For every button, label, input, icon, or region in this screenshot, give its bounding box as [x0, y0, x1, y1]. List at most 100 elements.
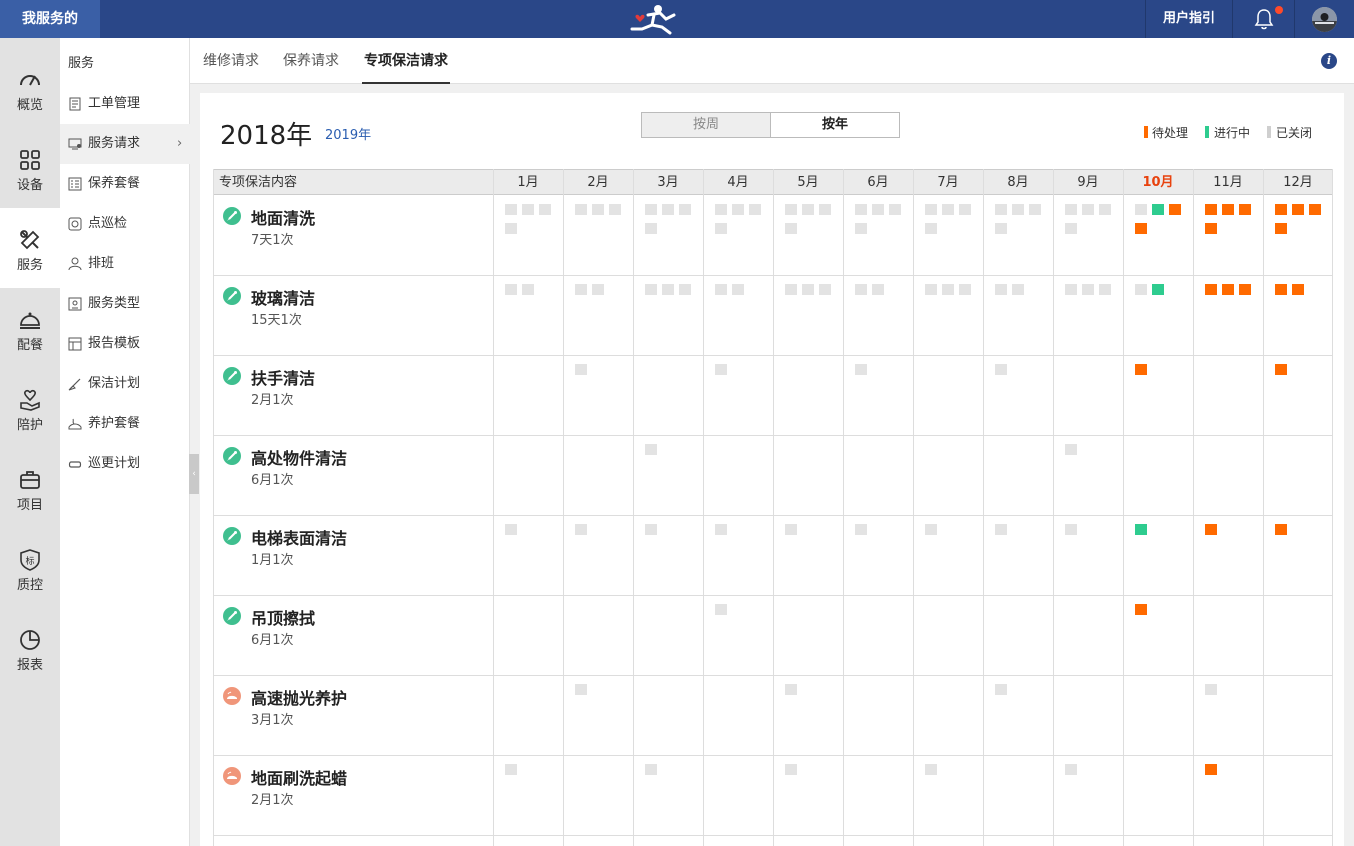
closed-task-marker[interactable] [1099, 204, 1111, 215]
submenu-item[interactable]: 报告模板 [60, 324, 190, 364]
pending-task-marker[interactable] [1135, 223, 1147, 234]
closed-task-marker[interactable] [1065, 204, 1077, 215]
closed-task-marker[interactable] [942, 284, 954, 295]
closed-task-marker[interactable] [855, 223, 867, 234]
closed-task-marker[interactable] [995, 524, 1007, 535]
closed-task-marker[interactable] [645, 444, 657, 455]
closed-task-marker[interactable] [609, 204, 621, 215]
pending-task-marker[interactable] [1222, 204, 1234, 215]
closed-task-marker[interactable] [855, 364, 867, 375]
closed-task-marker[interactable] [925, 284, 937, 295]
notification-bell-icon[interactable] [1246, 6, 1283, 30]
pending-task-marker[interactable] [1275, 223, 1287, 234]
pending-task-marker[interactable] [1292, 284, 1304, 295]
closed-task-marker[interactable] [1135, 204, 1147, 215]
closed-task-marker[interactable] [575, 364, 587, 375]
closed-task-marker[interactable] [802, 204, 814, 215]
pending-task-marker[interactable] [1275, 364, 1287, 375]
table-row[interactable]: 高速抛光养护 3月1次 [213, 675, 493, 755]
closed-task-marker[interactable] [1205, 684, 1217, 695]
table-row[interactable]: 电梯表面清洁 1月1次 [213, 515, 493, 595]
closed-task-marker[interactable] [995, 223, 1007, 234]
in-progress-task-marker[interactable] [1152, 284, 1164, 295]
nav-catering[interactable]: 配餐 [0, 288, 60, 368]
pending-task-marker[interactable] [1205, 764, 1217, 775]
closed-task-marker[interactable] [785, 524, 797, 535]
closed-task-marker[interactable] [679, 284, 691, 295]
closed-task-marker[interactable] [925, 524, 937, 535]
submenu-item[interactable]: 巡更计划 [60, 444, 190, 484]
tab-repair-request[interactable]: 维修请求 [203, 38, 259, 84]
submenu-item[interactable]: 排班 [60, 244, 190, 284]
closed-task-marker[interactable] [995, 684, 1007, 695]
submenu-item[interactable]: 保养套餐 [60, 164, 190, 204]
pending-task-marker[interactable] [1292, 204, 1304, 215]
pending-task-marker[interactable] [1275, 284, 1287, 295]
table-row[interactable]: 地面刷洗起蜡 2月1次 [213, 755, 493, 835]
closed-task-marker[interactable] [995, 364, 1007, 375]
pending-task-marker[interactable] [1239, 204, 1251, 215]
closed-task-marker[interactable] [1012, 284, 1024, 295]
info-icon[interactable]: i [1321, 53, 1337, 69]
closed-task-marker[interactable] [925, 204, 937, 215]
closed-task-marker[interactable] [645, 223, 657, 234]
closed-task-marker[interactable] [539, 204, 551, 215]
nav-reports[interactable]: 报表 [0, 608, 60, 688]
closed-task-marker[interactable] [715, 364, 727, 375]
closed-task-marker[interactable] [1135, 284, 1147, 295]
closed-task-marker[interactable] [505, 204, 517, 215]
closed-task-marker[interactable] [1029, 204, 1041, 215]
closed-task-marker[interactable] [855, 524, 867, 535]
closed-task-marker[interactable] [889, 204, 901, 215]
closed-task-marker[interactable] [819, 204, 831, 215]
pending-task-marker[interactable] [1275, 204, 1287, 215]
submenu-item[interactable]: 服务类型 [60, 284, 190, 324]
closed-task-marker[interactable] [662, 204, 674, 215]
in-progress-task-marker[interactable] [1152, 204, 1164, 215]
closed-task-marker[interactable] [1082, 284, 1094, 295]
closed-task-marker[interactable] [592, 284, 604, 295]
closed-task-marker[interactable] [522, 204, 534, 215]
collapse-handle[interactable]: ‹ [189, 454, 199, 494]
submenu-item[interactable]: 服务请求 › [60, 124, 190, 164]
closed-task-marker[interactable] [942, 204, 954, 215]
in-progress-task-marker[interactable] [1135, 524, 1147, 535]
closed-task-marker[interactable] [925, 223, 937, 234]
closed-task-marker[interactable] [715, 524, 727, 535]
pending-task-marker[interactable] [1205, 223, 1217, 234]
next-year-link[interactable]: 2019年 [325, 124, 371, 143]
closed-task-marker[interactable] [505, 524, 517, 535]
closed-task-marker[interactable] [505, 223, 517, 234]
closed-task-marker[interactable] [855, 284, 867, 295]
closed-task-marker[interactable] [959, 284, 971, 295]
table-row[interactable]: 扶手清洁 2月1次 [213, 355, 493, 435]
closed-task-marker[interactable] [1099, 284, 1111, 295]
pending-task-marker[interactable] [1275, 524, 1287, 535]
nav-overview[interactable]: 概览 [0, 48, 60, 128]
submenu-item[interactable]: 工单管理 [60, 84, 190, 124]
closed-task-marker[interactable] [995, 204, 1007, 215]
closed-task-marker[interactable] [872, 204, 884, 215]
closed-task-marker[interactable] [592, 204, 604, 215]
table-row[interactable]: 玻璃清洁 15天1次 [213, 275, 493, 355]
pending-task-marker[interactable] [1169, 204, 1181, 215]
closed-task-marker[interactable] [715, 604, 727, 615]
closed-task-marker[interactable] [1065, 444, 1077, 455]
pending-task-marker[interactable] [1205, 524, 1217, 535]
table-row[interactable]: 高处物件清洁 6月1次 [213, 435, 493, 515]
closed-task-marker[interactable] [679, 204, 691, 215]
closed-task-marker[interactable] [715, 223, 727, 234]
closed-task-marker[interactable] [995, 284, 1007, 295]
nav-nursing[interactable]: 陪护 [0, 368, 60, 448]
pending-task-marker[interactable] [1135, 604, 1147, 615]
closed-task-marker[interactable] [1012, 204, 1024, 215]
closed-task-marker[interactable] [645, 284, 657, 295]
tab-special-cleaning-request[interactable]: 专项保洁请求 [362, 38, 450, 84]
pending-task-marker[interactable] [1135, 364, 1147, 375]
closed-task-marker[interactable] [1065, 524, 1077, 535]
closed-task-marker[interactable] [522, 284, 534, 295]
closed-task-marker[interactable] [855, 204, 867, 215]
closed-task-marker[interactable] [749, 204, 761, 215]
closed-task-marker[interactable] [662, 284, 674, 295]
closed-task-marker[interactable] [785, 204, 797, 215]
